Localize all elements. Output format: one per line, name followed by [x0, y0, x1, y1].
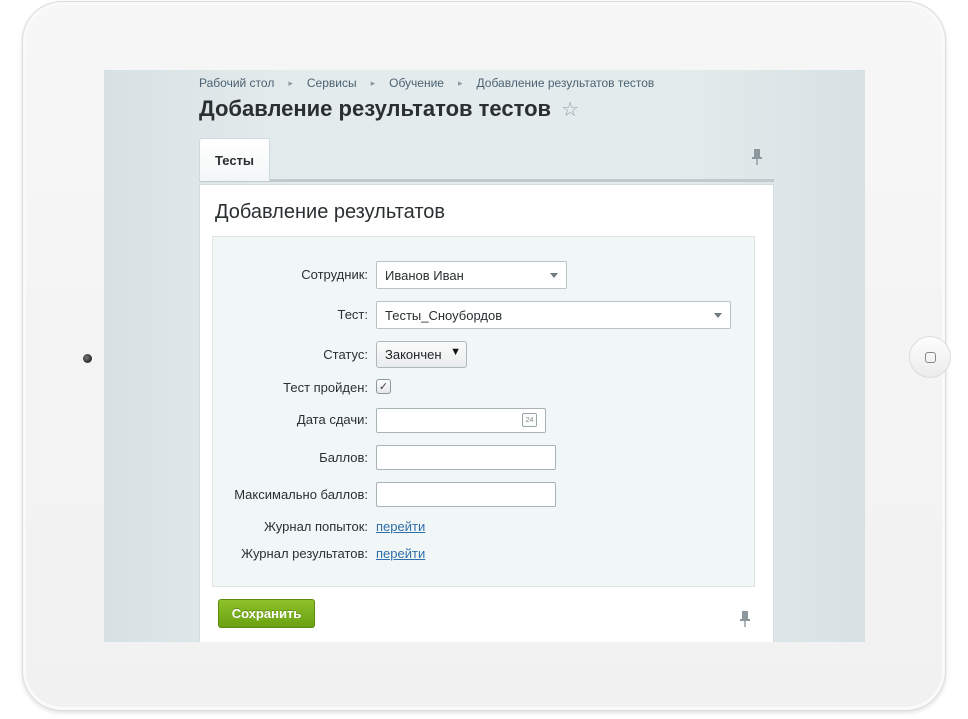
page-title-row: Добавление результатов тестов ☆: [199, 96, 579, 122]
breadcrumb-separator-icon: ▸: [370, 77, 376, 88]
home-square-icon: [924, 351, 936, 363]
screen: Рабочий стол ▸ Сервисы ▸ Обучение ▸ Доба…: [104, 70, 865, 642]
breadcrumb-learning[interactable]: Обучение: [389, 76, 444, 90]
employee-value: Иванов Иван: [385, 267, 464, 283]
results-log-label: Журнал результатов:: [241, 546, 368, 561]
employee-select[interactable]: Иванов Иван: [376, 261, 567, 289]
checkmark-icon: ✓: [378, 381, 389, 393]
tab-bar: Тесты: [199, 138, 774, 182]
breadcrumb-separator-icon: ▸: [288, 77, 293, 88]
home-button[interactable]: [909, 336, 951, 378]
test-label: Тест:: [337, 307, 368, 322]
camera-icon: [83, 354, 92, 363]
date-input[interactable]: 24: [376, 408, 546, 433]
attempts-log-label: Журнал попыток:: [263, 519, 368, 534]
form-panel: Добавление результатов Сотрудник: Иванов…: [199, 184, 774, 642]
status-label: Статус:: [323, 347, 368, 362]
date-label: Дата сдачи:: [296, 412, 368, 427]
section-title: Добавление результатов: [215, 201, 446, 223]
breadcrumb: Рабочий стол ▸ Сервисы ▸ Обучение ▸ Доба…: [199, 76, 654, 90]
save-button[interactable]: Сохранить: [218, 599, 315, 628]
test-value: Тесты_Сноубордов: [385, 307, 503, 323]
calendar-icon[interactable]: 24: [522, 413, 537, 427]
chevron-down-icon: [550, 273, 558, 278]
breadcrumb-current[interactable]: Добавление результатов тестов: [477, 76, 655, 90]
page-title: Добавление результатов тестов: [199, 96, 552, 121]
breadcrumb-services[interactable]: Сервисы: [307, 76, 357, 90]
max-score-label: Максимально баллов:: [234, 487, 368, 502]
results-log-link[interactable]: перейти: [376, 546, 425, 561]
score-input[interactable]: [376, 445, 556, 470]
passed-checkbox[interactable]: ✓: [376, 379, 391, 394]
tab-tests-label: Тесты: [214, 152, 255, 168]
breadcrumb-desktop[interactable]: Рабочий стол: [199, 76, 274, 90]
passed-label: Тест пройден:: [283, 380, 368, 395]
employee-label: Сотрудник:: [301, 267, 368, 282]
max-score-input[interactable]: [376, 482, 556, 507]
attempts-log-link[interactable]: перейти: [376, 519, 425, 534]
breadcrumb-separator-icon: ▸: [457, 77, 463, 88]
status-value: Закончен: [385, 347, 442, 362]
score-label: Баллов:: [319, 450, 368, 465]
star-icon[interactable]: ☆: [561, 97, 579, 122]
pin-icon[interactable]: [738, 610, 752, 628]
test-select[interactable]: Тесты_Сноубордов: [376, 301, 731, 329]
dropdown-caret-icon: ▼: [450, 346, 461, 358]
tab-tests[interactable]: Тесты: [199, 138, 270, 181]
pin-icon[interactable]: [750, 148, 764, 166]
status-select[interactable]: Закончен ▼: [376, 341, 467, 368]
chevron-down-icon: [714, 313, 722, 318]
form-area: Сотрудник: Иванов Иван Тест: Тесты_Сноуб…: [212, 236, 755, 587]
